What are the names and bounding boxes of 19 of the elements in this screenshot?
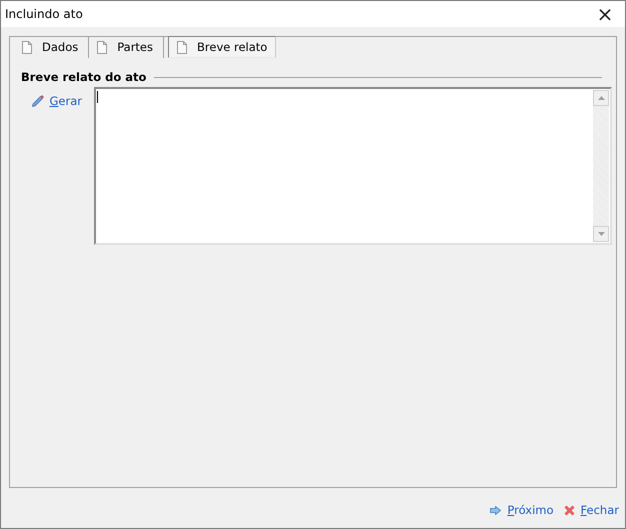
document-icon — [97, 40, 108, 54]
document-icon — [22, 40, 32, 54]
next-link[interactable]: Próximo — [507, 503, 554, 517]
tab[interactable]: Breve relato — [168, 36, 276, 58]
close-button[interactable]: × — [585, 1, 625, 27]
tab[interactable]: Partes — [89, 36, 164, 58]
group-title: Breve relato do ato — [21, 70, 146, 84]
generate-link[interactable]: Gerar — [49, 94, 82, 108]
scroll-up-icon[interactable] — [593, 90, 609, 106]
text-area[interactable] — [94, 87, 612, 245]
pencil-icon — [31, 94, 46, 108]
arrow-right-icon — [490, 506, 502, 514]
close-icon — [564, 504, 575, 516]
window-title: Incluindo ato — [5, 7, 83, 21]
close-link[interactable]: Fechar — [580, 503, 619, 517]
document-icon — [177, 40, 188, 54]
scroll-down-icon[interactable] — [593, 226, 609, 242]
tab[interactable]: Dados — [14, 36, 90, 58]
scrollbar[interactable] — [593, 90, 609, 242]
